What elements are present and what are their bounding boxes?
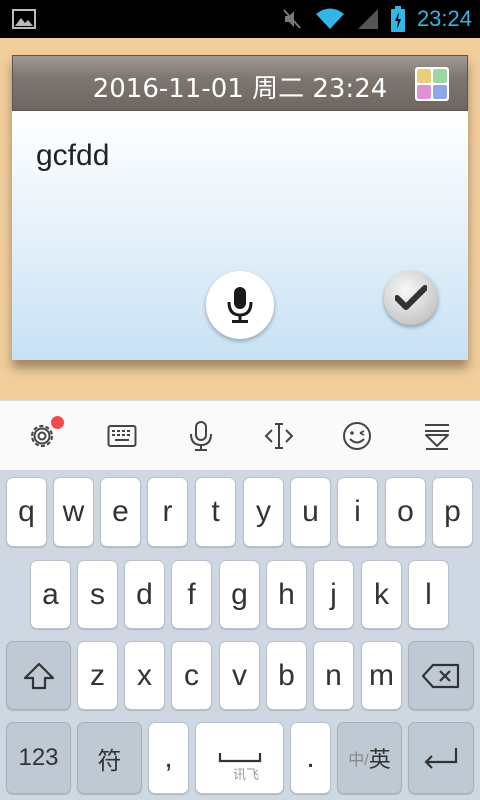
shift-icon	[23, 662, 54, 689]
palette-swatch-yellow	[417, 69, 431, 83]
comma-key[interactable]: ,	[148, 722, 189, 794]
key-x[interactable]: x	[124, 641, 165, 710]
cursor-icon	[264, 423, 294, 449]
key-q[interactable]: q	[6, 477, 47, 547]
period-key[interactable]: .	[290, 722, 331, 794]
emoji-button[interactable]	[340, 419, 374, 453]
enter-key[interactable]	[408, 722, 474, 794]
settings-button[interactable]	[25, 416, 64, 453]
language-zh-label: 中/	[348, 752, 369, 769]
signal-icon	[357, 9, 378, 29]
key-u[interactable]: u	[290, 477, 331, 547]
palette-swatch-green	[433, 69, 447, 83]
key-a[interactable]: a	[30, 560, 71, 629]
wifi-icon	[315, 8, 344, 29]
key-d[interactable]: d	[124, 560, 165, 629]
key-j[interactable]: j	[313, 560, 354, 629]
keyboard-icon	[107, 425, 137, 447]
backspace-icon	[421, 663, 460, 688]
language-en-label: 英	[368, 747, 391, 772]
key-o[interactable]: o	[385, 477, 426, 547]
key-e[interactable]: e	[100, 477, 141, 547]
key-b[interactable]: b	[266, 641, 307, 710]
key-w[interactable]: w	[53, 477, 94, 547]
hide-keyboard-button[interactable]	[420, 419, 454, 453]
notification-badge	[51, 416, 64, 429]
key-f[interactable]: f	[171, 560, 212, 629]
cursor-move-button[interactable]	[262, 419, 296, 453]
voice-input-button[interactable]	[206, 271, 274, 339]
confirm-button[interactable]	[384, 271, 438, 325]
key-z[interactable]: z	[77, 641, 118, 710]
key-m[interactable]: m	[361, 641, 402, 710]
mute-icon	[283, 9, 301, 29]
space-key[interactable]: 讯飞	[195, 722, 284, 794]
key-r[interactable]: r	[147, 477, 188, 547]
note-body[interactable]: gcfdd	[12, 111, 468, 360]
key-c[interactable]: c	[171, 641, 212, 710]
note-title: 2016-11-01 周二 23:24	[92, 74, 388, 104]
key-l[interactable]: l	[408, 560, 449, 629]
note-header: 2016-11-01 周二 23:24	[12, 55, 468, 111]
key-p[interactable]: p	[432, 477, 473, 547]
status-bar: 23:24	[0, 0, 480, 38]
backspace-key[interactable]	[408, 641, 474, 710]
numbers-key[interactable]: 123	[6, 722, 71, 794]
keyboard-toolbar	[0, 400, 480, 470]
color-palette-button[interactable]	[415, 67, 449, 101]
symbols-key[interactable]: 符	[77, 722, 142, 794]
keyboard: q w e r t y u i o p a s d f g h j k l z …	[0, 470, 480, 800]
emoji-icon	[343, 422, 371, 450]
key-g[interactable]: g	[219, 560, 260, 629]
note-card: 2016-11-01 周二 23:24 gcfdd	[12, 55, 468, 360]
key-y[interactable]: y	[243, 477, 284, 547]
key-i[interactable]: i	[337, 477, 378, 547]
hide-keyboard-icon	[425, 424, 449, 450]
palette-swatch-blue	[433, 85, 447, 99]
note-text[interactable]: gcfdd	[36, 139, 109, 173]
key-h[interactable]: h	[266, 560, 307, 629]
palette-swatch-pink	[417, 85, 431, 99]
key-n[interactable]: n	[313, 641, 354, 710]
key-k[interactable]: k	[361, 560, 402, 629]
status-time: 23:24	[416, 6, 472, 31]
language-switch-key[interactable]: 中/英	[337, 722, 402, 794]
space-sublabel: 讯飞	[232, 767, 259, 782]
gallery-notification-icon	[12, 9, 36, 29]
voice-button[interactable]	[184, 419, 218, 453]
space-icon	[218, 753, 261, 763]
keyboard-switch-button[interactable]	[105, 419, 139, 453]
key-v[interactable]: v	[219, 641, 260, 710]
microphone-icon	[190, 421, 212, 451]
microphone-icon	[227, 287, 253, 323]
enter-icon	[424, 748, 458, 769]
checkmark-icon	[395, 285, 427, 310]
key-s[interactable]: s	[77, 560, 118, 629]
battery-icon	[390, 6, 405, 32]
shift-key[interactable]	[6, 641, 71, 710]
key-t[interactable]: t	[195, 477, 236, 547]
